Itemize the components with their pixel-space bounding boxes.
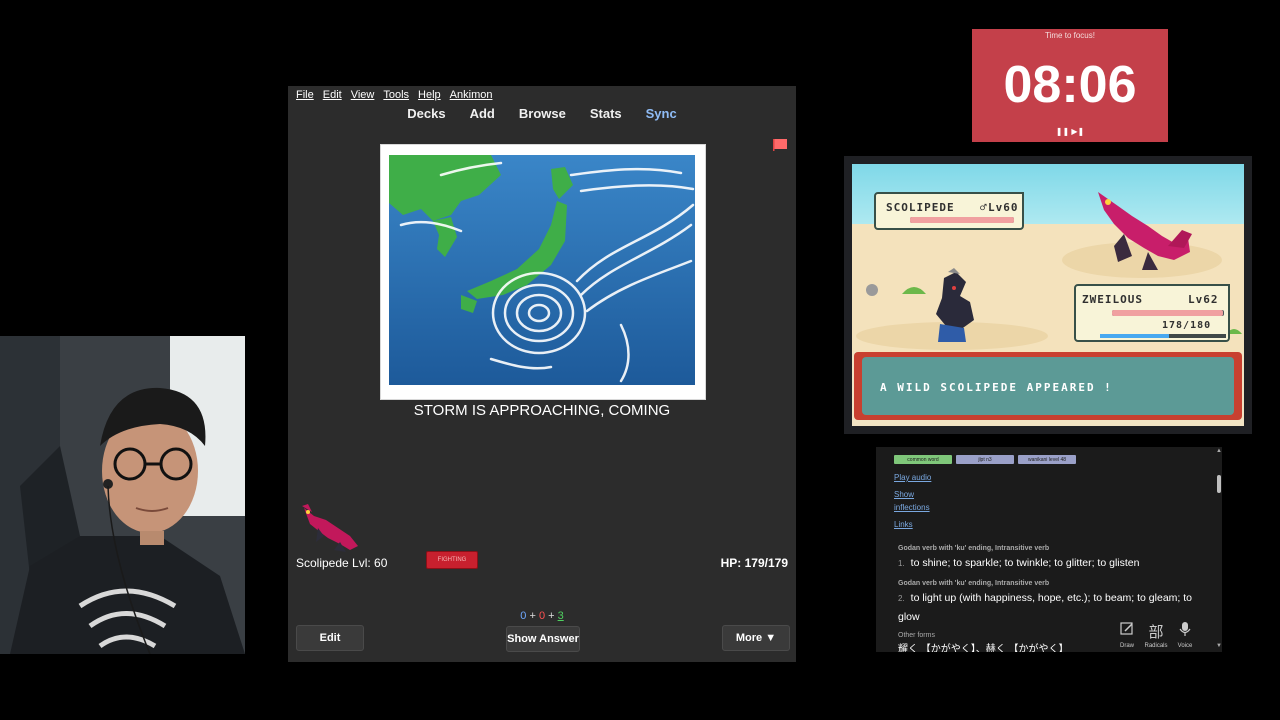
more-button[interactable]: More ▼ bbox=[722, 625, 790, 651]
player-hp-text: 178/180 bbox=[1162, 320, 1212, 331]
card-prompt: STORM IS APPROACHING, COMING bbox=[413, 402, 671, 419]
dictionary-popup: common word jlpt n3 wanikani level 48 Pl… bbox=[876, 447, 1222, 652]
battle-window: SCOLIPEDE ♂ Lv60 ZWEILOUS Lv62 178/180 A… bbox=[844, 156, 1252, 434]
dictionary-scrollbar-thumb[interactable] bbox=[1217, 475, 1221, 493]
timer-controls[interactable]: ❚❚ ▶❚ bbox=[972, 127, 1168, 136]
sense-1-number: 1. bbox=[898, 559, 905, 568]
battle-message-inner: A WILD SCOLIPEDE APPEARED ! bbox=[862, 357, 1234, 415]
tag-common-word: common word bbox=[894, 455, 952, 464]
battle-message-box: A WILD SCOLIPEDE APPEARED ! bbox=[854, 352, 1242, 420]
learn-count: 0 bbox=[538, 610, 546, 622]
radicals-label: Radicals bbox=[1144, 643, 1168, 649]
enemy-gender: ♂ bbox=[980, 201, 988, 214]
player-hp-box: ZWEILOUS Lv62 178/180 bbox=[1074, 284, 1230, 342]
sense-1-pos: Godan verb with 'ku' ending, Intransitiv… bbox=[898, 545, 1050, 552]
menu-bar: File Edit View Tools Help Ankimon bbox=[288, 86, 796, 104]
webcam-person-image bbox=[0, 336, 245, 654]
main-toolbar: Decks Add Browse Stats Sync bbox=[288, 106, 796, 126]
play-audio-link[interactable]: Play audio bbox=[894, 473, 931, 482]
other-forms-title: Other forms bbox=[898, 632, 935, 639]
menu-edit[interactable]: Edit bbox=[323, 89, 342, 101]
menu-file[interactable]: File bbox=[296, 89, 314, 101]
other-forms: 耀く 【かがやく】、赫く 【かがやく】 bbox=[898, 644, 1069, 652]
toolbar-decks[interactable]: Decks bbox=[407, 106, 445, 126]
focus-timer: Time to focus! 08:06 ❚❚ ▶❚ bbox=[972, 29, 1168, 142]
voice-label: Voice bbox=[1177, 643, 1193, 649]
enemy-hp-bar bbox=[910, 217, 1014, 223]
links-link[interactable]: Links bbox=[894, 520, 913, 529]
edit-button[interactable]: Edit bbox=[296, 625, 364, 651]
enemy-hp-box: SCOLIPEDE ♂ Lv60 bbox=[874, 192, 1024, 230]
anki-window: File Edit View Tools Help Ankimon Decks … bbox=[288, 86, 796, 662]
tag-jlpt: jlpt n3 bbox=[956, 455, 1014, 464]
sense-2-pos: Godan verb with 'ku' ending, Intransitiv… bbox=[898, 580, 1050, 587]
toolbar-add[interactable]: Add bbox=[470, 106, 495, 126]
flag-icon[interactable] bbox=[773, 138, 787, 151]
scroll-up-icon[interactable]: ▲ bbox=[1216, 448, 1222, 454]
tag-wanikani: wanikani level 48 bbox=[1018, 455, 1076, 464]
scroll-down-icon[interactable]: ▼ bbox=[1216, 643, 1222, 649]
card-image bbox=[380, 144, 706, 400]
show-answer-button[interactable]: Show Answer bbox=[506, 626, 580, 652]
player-sprite bbox=[936, 268, 974, 342]
show-inflections-link-2[interactable]: inflections bbox=[894, 503, 930, 512]
player-hp-fill bbox=[1112, 310, 1223, 316]
timer-time: 08:06 bbox=[1003, 56, 1137, 114]
microphone-icon bbox=[1179, 622, 1191, 636]
menu-tools[interactable]: Tools bbox=[383, 89, 409, 101]
sense-1: 1. to shine; to sparkle; to twinkle; to g… bbox=[898, 554, 1198, 573]
voice-tool[interactable]: Voice bbox=[1172, 621, 1198, 649]
toolbar-browse[interactable]: Browse bbox=[519, 106, 566, 126]
webcam-feed bbox=[0, 336, 245, 654]
enemy-level: Lv60 bbox=[988, 201, 1019, 214]
review-counts: 0 + 0 + 3 bbox=[520, 610, 564, 622]
enemy-sprite bbox=[1098, 192, 1192, 270]
enemy-name: SCOLIPEDE bbox=[886, 201, 955, 214]
new-count: 0 bbox=[520, 610, 527, 622]
review-count: 3 bbox=[557, 610, 564, 622]
player-name: ZWEILOUS bbox=[1082, 293, 1143, 306]
player-exp-bar bbox=[1100, 334, 1226, 338]
toolbar-stats[interactable]: Stats bbox=[590, 106, 622, 126]
sense-2-definition: to light up (with happiness, hope, etc.)… bbox=[898, 592, 1192, 623]
hp-readout: HP: 179/179 bbox=[720, 556, 788, 570]
typhoon-satellite-image bbox=[381, 145, 705, 399]
menu-help[interactable]: Help bbox=[418, 89, 441, 101]
player-hp-bar bbox=[1112, 310, 1224, 316]
battle-scene: SCOLIPEDE ♂ Lv60 ZWEILOUS Lv62 178/180 A… bbox=[852, 164, 1244, 426]
scolipede-sprite bbox=[294, 502, 370, 558]
player-level: Lv62 bbox=[1188, 293, 1219, 306]
monster-label: Scolipede Lvl: 60 bbox=[296, 556, 388, 570]
dictionary-tools: Draw 部 Radicals Voice bbox=[1114, 621, 1198, 649]
draw-icon bbox=[1120, 622, 1133, 635]
battle-message: A WILD SCOLIPEDE APPEARED ! bbox=[880, 381, 1113, 394]
player-exp-fill bbox=[1100, 334, 1170, 338]
menu-ankimon[interactable]: Ankimon bbox=[450, 89, 493, 101]
sense-1-definition: to shine; to sparkle; to twinkle; to gli… bbox=[910, 557, 1140, 569]
type-badge: FIGHTING bbox=[426, 551, 478, 569]
menu-view[interactable]: View bbox=[351, 89, 375, 101]
timer-title: Time to focus! bbox=[1045, 31, 1095, 40]
radicals-tool[interactable]: 部 Radicals bbox=[1143, 621, 1169, 649]
sense-2-number: 2. bbox=[898, 594, 905, 603]
toolbar-sync[interactable]: Sync bbox=[646, 106, 677, 126]
enemy-hp-fill bbox=[910, 217, 1014, 223]
radicals-icon: 部 bbox=[1148, 624, 1164, 641]
show-inflections-link[interactable]: Show bbox=[894, 490, 914, 499]
draw-tool[interactable]: Draw bbox=[1114, 621, 1140, 649]
draw-label: Draw bbox=[1119, 643, 1134, 649]
